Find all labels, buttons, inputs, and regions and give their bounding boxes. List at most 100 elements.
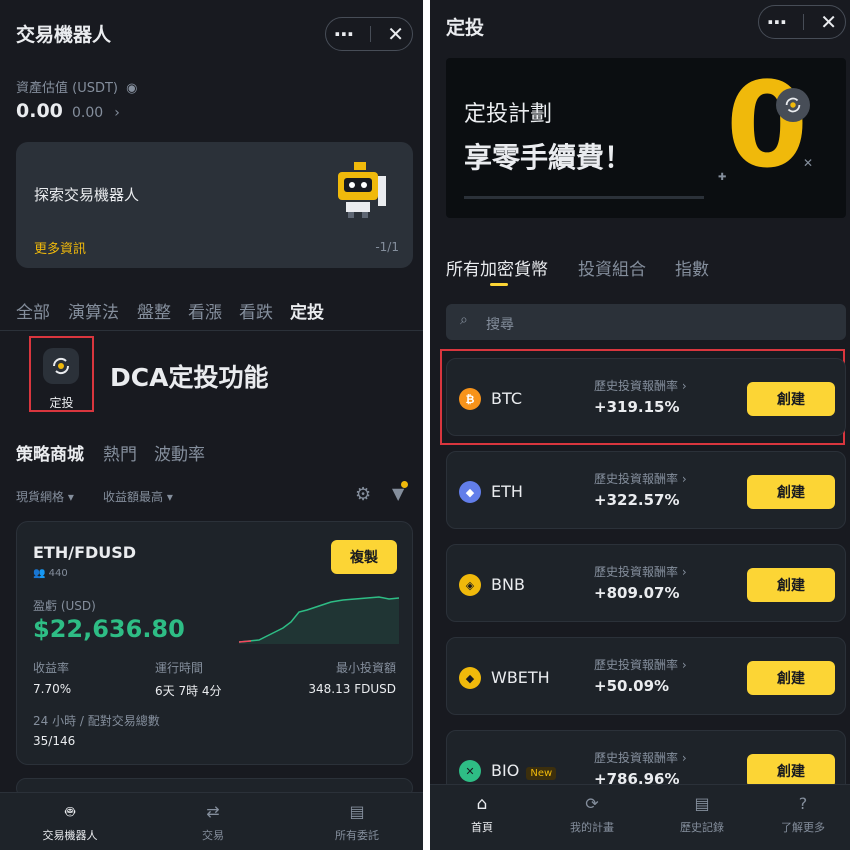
close-button[interactable]: ✕ bbox=[820, 12, 837, 32]
nav-home[interactable]: ⌂ 首頁 bbox=[432, 795, 532, 835]
sparkle-icon: ✕ bbox=[803, 156, 814, 170]
nav-all-orders[interactable]: ▤ 所有委託 bbox=[307, 803, 407, 843]
page-title: 定投 bbox=[446, 17, 485, 39]
filter-spot-grid[interactable]: 現貨網格 ▾ bbox=[16, 488, 74, 505]
help-icon: ? bbox=[798, 794, 808, 813]
banner-text: 探索交易機器人 bbox=[34, 186, 140, 204]
robot-icon: 🤖︎ bbox=[65, 802, 75, 821]
gear-icon[interactable]: ⚙ bbox=[355, 484, 371, 505]
nav-history[interactable]: ▤ 歷史記錄 bbox=[652, 795, 752, 835]
users-count: 440 bbox=[48, 568, 68, 579]
create-button[interactable]: 創建 bbox=[747, 568, 835, 602]
bottom-nav: ⌂ 首頁 ⟳ 我的計畫 ▤ 歷史記錄 ? 了解更多 bbox=[430, 784, 850, 850]
tab-all-crypto[interactable]: 所有加密貨幣 bbox=[446, 255, 548, 280]
coin-row-wbeth[interactable]: ◆ WBETH 歷史投資報酬率 › +50.09% 創建 bbox=[446, 637, 846, 715]
copy-button[interactable]: 複製 bbox=[331, 540, 397, 574]
dca-icon-label: 定投 bbox=[49, 396, 74, 410]
rate-label[interactable]: 歷史投資報酬率 › bbox=[594, 749, 687, 766]
users-row: 👥 440 bbox=[33, 568, 68, 579]
orders-icon: ▤ bbox=[349, 802, 365, 821]
stat-value-return: 7.70% bbox=[33, 682, 72, 696]
nav-trading-bot[interactable]: 🤖︎ 交易機器人 bbox=[20, 803, 120, 843]
coin-row-bnb[interactable]: ◈ BNB 歷史投資報酬率 › +809.07% 創建 bbox=[446, 544, 846, 622]
tab-portfolio[interactable]: 投資組合 bbox=[578, 255, 646, 280]
search-icon: ⌕ bbox=[460, 312, 468, 328]
tab-index[interactable]: 指數 bbox=[675, 255, 709, 280]
promo-fine-print bbox=[464, 196, 704, 199]
tab-range[interactable]: 盤整 bbox=[137, 298, 171, 323]
wbeth-icon: ◆ bbox=[459, 667, 481, 689]
coin-name: ETH bbox=[491, 482, 523, 501]
promo-line1: 定投計劃 bbox=[464, 102, 553, 127]
more-button[interactable]: ⋯ bbox=[334, 24, 354, 44]
promo-banner[interactable]: 定投計劃 享零手續費！ 0 ✕ ✚ bbox=[446, 58, 846, 218]
tab-hot[interactable]: 熱門 bbox=[103, 440, 137, 465]
promo-zero: 0 bbox=[726, 58, 809, 194]
robot-panel: 交易機器人 ⋯ ✕ 資產估值 (USDT) ◉ 0.00 0.00 › 探索交易… bbox=[0, 0, 423, 850]
search-input[interactable]: ⌕ 搜尋 bbox=[446, 304, 846, 340]
eye-icon[interactable]: ◉ bbox=[126, 81, 137, 96]
tab-algorithm[interactable]: 演算法 bbox=[68, 298, 119, 323]
divider bbox=[370, 26, 372, 42]
rate-label[interactable]: 歷史投資報酬率 › bbox=[594, 656, 687, 673]
create-button[interactable]: 創建 bbox=[747, 475, 835, 509]
divider bbox=[0, 330, 423, 331]
rate-label-text: 歷史投資報酬率 bbox=[594, 379, 679, 393]
notification-dot bbox=[401, 481, 408, 488]
rate-value: +319.15% bbox=[594, 398, 680, 416]
pnl-label: 盈虧 (USD) bbox=[33, 599, 96, 613]
tab-volatility[interactable]: 波動率 bbox=[154, 440, 205, 465]
dca-icon bbox=[776, 88, 810, 122]
tab-dca[interactable]: 定投 bbox=[290, 298, 324, 323]
tab-all[interactable]: 全部 bbox=[16, 298, 50, 323]
coin-name: BNB bbox=[491, 575, 525, 594]
rate-label[interactable]: 歷史投資報酬率 › bbox=[594, 470, 687, 487]
create-button[interactable]: 創建 bbox=[747, 382, 835, 416]
tab-strategy-market[interactable]: 策略商城 bbox=[16, 440, 84, 465]
coin-row-btc[interactable]: ₿ BTC 歷史投資報酬率 › +319.15% 創建 bbox=[446, 358, 846, 436]
tab-bearish[interactable]: 看跌 bbox=[239, 298, 273, 323]
dca-annotation: DCA定投功能 bbox=[110, 363, 269, 392]
pnl-sparkline bbox=[239, 596, 399, 644]
strategy-card[interactable]: ETH/FDUSD 👥 440 複製 盈虧 (USD) $22,636.80 收… bbox=[16, 521, 413, 765]
nav-trade[interactable]: ⇄ 交易 bbox=[163, 803, 263, 843]
create-button[interactable]: 創建 bbox=[747, 661, 835, 695]
coin-name-text: BIO bbox=[491, 761, 520, 780]
rate-value: +50.09% bbox=[594, 677, 670, 695]
page-title: 交易機器人 bbox=[16, 24, 112, 46]
filter-sort[interactable]: 收益額最高 ▾ bbox=[103, 488, 173, 505]
asset-value-row[interactable]: 0.00 0.00 › bbox=[16, 100, 120, 122]
chevron-right-icon: › bbox=[681, 658, 687, 672]
chevron-right-icon: › bbox=[681, 379, 687, 393]
funnel-icon[interactable]: ▼ bbox=[392, 481, 408, 503]
dca-icon bbox=[43, 348, 79, 384]
chevron-right-icon: › bbox=[681, 472, 687, 486]
stat-value-runtime: 6天 7時 4分 bbox=[155, 684, 222, 698]
stat-label-return: 收益率 bbox=[33, 661, 70, 675]
close-button[interactable]: ✕ bbox=[387, 24, 404, 44]
filter-label: 收益額最高 bbox=[103, 490, 164, 504]
rate-label[interactable]: 歷史投資報酬率 › bbox=[594, 377, 687, 394]
caret-down-icon: ▾ bbox=[67, 490, 74, 504]
nav-learn-more[interactable]: ? 了解更多 bbox=[758, 795, 848, 835]
stat-label-runtime: 運行時間 bbox=[155, 661, 204, 675]
tab-bullish[interactable]: 看漲 bbox=[188, 298, 222, 323]
create-button[interactable]: 創建 bbox=[747, 754, 835, 788]
filter-label: 現貨網格 bbox=[16, 490, 65, 504]
caret-down-icon: ▾ bbox=[166, 490, 173, 504]
nav-my-plans[interactable]: ⟳ 我的計畫 bbox=[542, 795, 642, 835]
coin-row-eth[interactable]: ◆ ETH 歷史投資報酬率 › +322.57% 創建 bbox=[446, 451, 846, 529]
more-info-link[interactable]: 更多資訊 bbox=[34, 238, 86, 257]
banner-pager: -1/1 bbox=[375, 240, 399, 254]
rate-value: +809.07% bbox=[594, 584, 680, 602]
rate-label-text: 歷史投資報酬率 bbox=[594, 751, 679, 765]
dca-highlight-box[interactable]: 定投 bbox=[29, 336, 94, 412]
bottom-nav: 🤖︎ 交易機器人 ⇄ 交易 ▤ 所有委託 bbox=[0, 792, 423, 850]
nav-label: 首頁 bbox=[471, 821, 493, 834]
rate-label[interactable]: 歷史投資報酬率 › bbox=[594, 563, 687, 580]
more-button[interactable]: ⋯ bbox=[767, 12, 787, 32]
pair-name: ETH/FDUSD bbox=[33, 543, 137, 562]
stat-value-min-invest: 348.13 FDUSD bbox=[308, 682, 396, 696]
explore-banner[interactable]: 探索交易機器人 更多資訊 -1/1 bbox=[16, 142, 413, 268]
volume-label: 24 小時 / 配對交易總數 bbox=[33, 714, 160, 728]
